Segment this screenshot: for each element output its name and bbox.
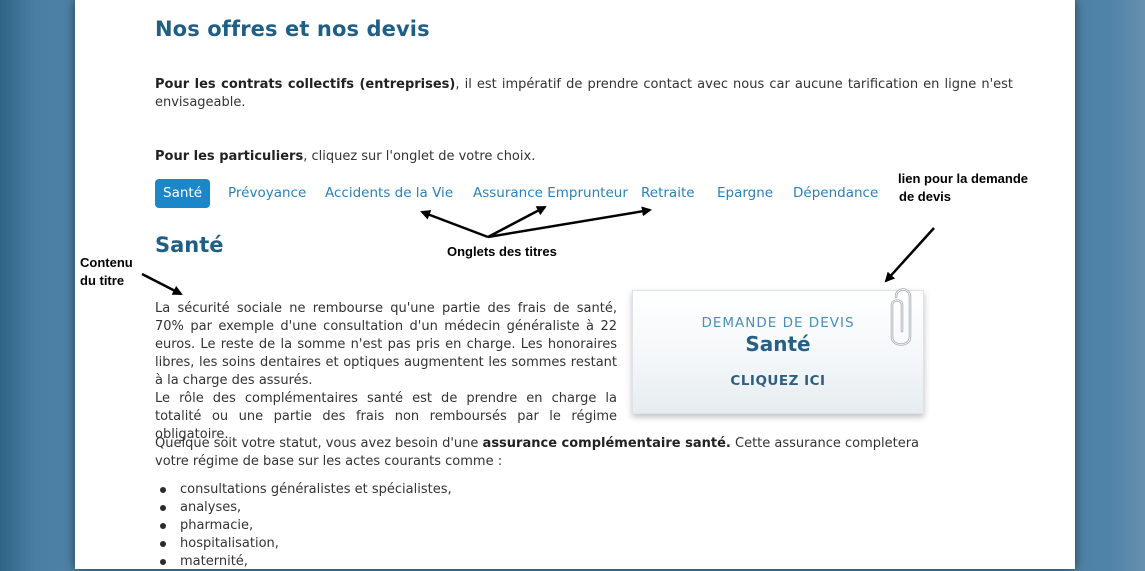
devis-request-button[interactable]: DEMANDE DE DEVIS Santé CLIQUEZ ICI (632, 290, 924, 414)
annotation-contenu-line2: du titre (80, 273, 125, 288)
section-title: Santé (155, 233, 224, 257)
tab-accidents-de-la-vie[interactable]: Accidents de la Vie (325, 179, 453, 208)
annotation-onglets: Onglets des titres (447, 244, 557, 259)
bullet-dot-icon (160, 541, 166, 547)
intro-paragraph: Pour les contrats collectifs (entreprise… (155, 76, 1013, 112)
list-item-text: maternité, (180, 554, 248, 569)
content-p2-before: Quelque soit votre statut, vous avez bes… (155, 436, 483, 451)
annotation-contenu: Contenu du titre (80, 254, 133, 290)
devis-card-line2: Santé (745, 332, 811, 356)
list-item-text: pharmacie, (180, 518, 254, 533)
list-item: hospitalisation, (155, 535, 452, 553)
tab-assurance-emprunteur[interactable]: Assurance Emprunteur (473, 179, 628, 208)
bullet-dot-icon (160, 487, 166, 493)
tab-sante[interactable]: Santé (155, 179, 210, 208)
page-title: Nos offres et nos devis (155, 17, 430, 41)
content-paragraph-1: La sécurité sociale ne rembourse qu'une … (155, 300, 617, 444)
content-paragraph-2: Quelque soit votre statut, vous avez bes… (155, 435, 927, 471)
list-item-text: analyses, (180, 500, 242, 515)
intro-bold: Pour les contrats collectifs (entreprise… (155, 77, 456, 92)
list-item: analyses, (155, 499, 452, 517)
devis-card-line1: DEMANDE DE DEVIS (701, 315, 855, 331)
tab-dependance[interactable]: Dépendance (793, 179, 878, 208)
list-item: maternité, (155, 553, 452, 571)
paperclip-icon (890, 288, 912, 346)
bullet-dot-icon (160, 505, 166, 511)
annotation-lien-devis: lien pour la demande de devis (898, 170, 1028, 206)
annotation-contenu-line1: Contenu (80, 255, 133, 270)
annotation-lien-line2: de devis (899, 189, 952, 204)
bullet-dot-icon (160, 523, 166, 529)
annotation-lien-line1: lien pour la demande (898, 171, 1029, 186)
bullet-dot-icon (160, 559, 166, 565)
bullet-list: consultations généralistes et spécialist… (155, 481, 452, 571)
list-item-text: hospitalisation, (180, 536, 279, 551)
content-p1-line1: La sécurité sociale ne rembourse qu'une … (155, 301, 617, 388)
content-p2-bold: assurance complémentaire santé. (482, 436, 731, 451)
list-item: pharmacie, (155, 517, 452, 535)
tab-retraite[interactable]: Retraite (641, 179, 695, 208)
list-item-text: consultations généralistes et spécialist… (180, 482, 452, 497)
devis-card-cta: CLIQUEZ ICI (730, 373, 826, 389)
particuliers-bold: Pour les particuliers (155, 149, 304, 164)
tab-prevoyance[interactable]: Prévoyance (228, 179, 306, 208)
list-item: consultations généralistes et spécialist… (155, 481, 452, 499)
particuliers-paragraph: Pour les particuliers, cliquez sur l'ong… (155, 149, 535, 164)
tab-epargne[interactable]: Epargne (717, 179, 773, 208)
page-container: Nos offres et nos devis Pour les contrat… (75, 0, 1075, 569)
particuliers-text: , cliquez sur l'onglet de votre choix. (303, 149, 536, 164)
